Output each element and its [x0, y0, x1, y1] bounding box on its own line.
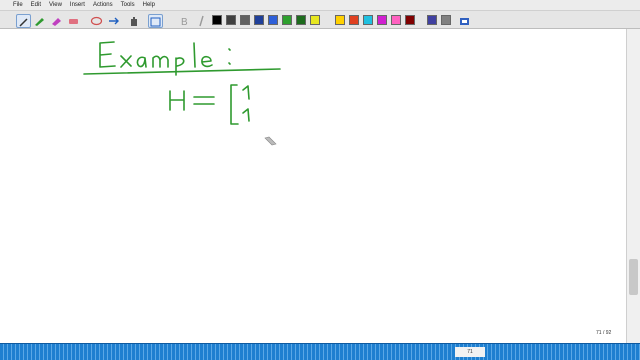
color-swatch-dark-gray[interactable] — [226, 15, 236, 25]
toolbar: B — [0, 11, 640, 29]
color-swatch-dark-green[interactable] — [296, 15, 306, 25]
color-swatch-blue[interactable] — [268, 15, 278, 25]
color-swatch-orange[interactable] — [349, 15, 359, 25]
menu-insert[interactable]: Insert — [70, 0, 85, 11]
color-swatch-pink[interactable] — [391, 15, 401, 25]
svg-text:B: B — [181, 17, 188, 27]
color-swatch-gold[interactable] — [335, 15, 345, 25]
italic-icon[interactable] — [195, 14, 208, 27]
menu-help[interactable]: Help — [143, 0, 155, 11]
menu-actions[interactable]: Actions — [93, 0, 113, 11]
vertical-scrollbar[interactable] — [626, 29, 640, 343]
page-navigation-bar[interactable]: 71 — [0, 343, 640, 360]
color-swatch-green[interactable] — [282, 15, 292, 25]
bold-icon[interactable]: B — [178, 14, 191, 28]
select-icon[interactable] — [16, 14, 31, 28]
journal-app-window: File Edit View Insert Actions Tools Help — [0, 0, 640, 360]
color-picker-icon[interactable] — [458, 14, 471, 26]
color-swatch-black[interactable] — [212, 15, 222, 25]
color-swatch-gray[interactable] — [240, 15, 250, 25]
lhs-ink — [169, 90, 185, 111]
color-swatch-maroon[interactable] — [405, 15, 415, 25]
color-swatch-indigo[interactable] — [427, 15, 437, 25]
color-swatch-navy[interactable] — [254, 15, 264, 25]
equals-ink — [193, 96, 215, 105]
pen-icon[interactable] — [33, 14, 46, 26]
heading-underline — [83, 68, 281, 75]
page-counter: 71 / 92 — [596, 330, 612, 336]
matrix-bracket — [230, 84, 239, 125]
color-swatch-cyan[interactable] — [363, 15, 373, 25]
color-swatch-yellow[interactable] — [310, 15, 320, 25]
menu-edit[interactable]: Edit — [31, 0, 41, 11]
menu-bar: File Edit View Insert Actions Tools Help — [0, 0, 640, 11]
matrix-entry-2 — [242, 108, 250, 122]
menu-tools[interactable]: Tools — [121, 0, 135, 11]
menu-view[interactable]: View — [49, 0, 62, 11]
writing-canvas[interactable] — [0, 29, 626, 343]
color-swatch-silver[interactable] — [441, 15, 451, 25]
insert-space-icon[interactable] — [107, 14, 120, 26]
scrollbar-thumb[interactable] — [629, 259, 638, 295]
hand-icon[interactable] — [127, 14, 140, 26]
color-swatch-magenta[interactable] — [377, 15, 387, 25]
highlighter-icon[interactable] — [50, 14, 63, 26]
zoom-icon[interactable] — [148, 14, 163, 28]
eraser-icon[interactable] — [67, 14, 80, 26]
menu-file[interactable]: File — [13, 0, 23, 11]
matrix-entry-1 — [242, 85, 250, 100]
current-page-label: 71 — [455, 347, 485, 357]
pen-cursor-icon — [264, 136, 277, 146]
lasso-icon[interactable] — [90, 14, 103, 26]
